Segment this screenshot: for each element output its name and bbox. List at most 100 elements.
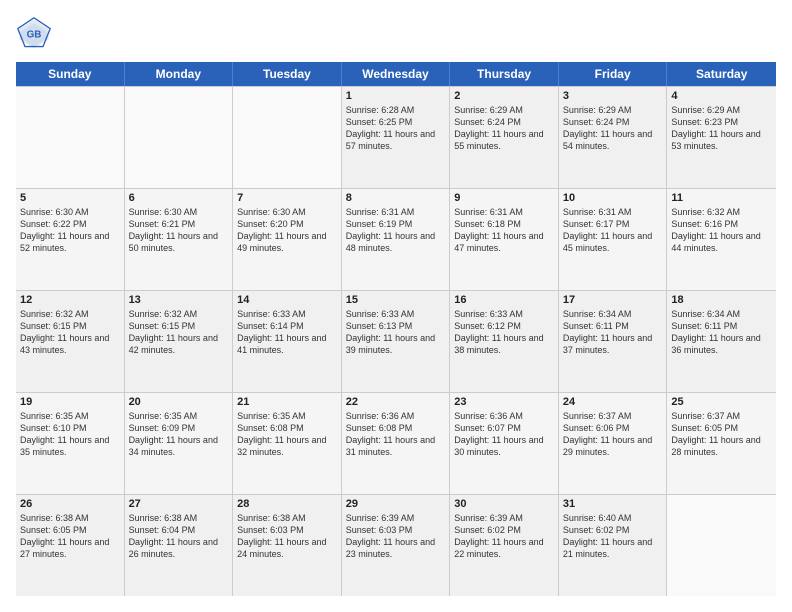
cell-info: Sunrise: 6:37 AM Sunset: 6:06 PM Dayligh… (563, 410, 663, 459)
cal-cell: 29 Sunrise: 6:39 AM Sunset: 6:03 PM Dayli… (342, 495, 451, 596)
day-number: 30 (454, 498, 554, 510)
day-number: 14 (237, 294, 337, 306)
cal-cell: 1 Sunrise: 6:28 AM Sunset: 6:25 PM Daylig… (342, 87, 451, 188)
day-number: 26 (20, 498, 120, 510)
cell-info: Sunrise: 6:32 AM Sunset: 6:15 PM Dayligh… (129, 308, 229, 357)
calendar-row-5: 26 Sunrise: 6:38 AM Sunset: 6:05 PM Dayli… (16, 495, 776, 596)
cell-info: Sunrise: 6:29 AM Sunset: 6:24 PM Dayligh… (563, 104, 663, 153)
day-number: 31 (563, 498, 663, 510)
cal-cell: 27 Sunrise: 6:38 AM Sunset: 6:04 PM Dayli… (125, 495, 234, 596)
day-number: 28 (237, 498, 337, 510)
cal-cell: 14 Sunrise: 6:33 AM Sunset: 6:14 PM Dayli… (233, 291, 342, 392)
cal-cell: 3Sunrise: 6:29 AM Sunset: 6:24 PM Daylig… (559, 87, 668, 188)
calendar-body: 1 Sunrise: 6:28 AM Sunset: 6:25 PM Daylig… (16, 86, 776, 596)
day-number: 2 (454, 90, 554, 102)
cal-cell: 21 Sunrise: 6:35 AM Sunset: 6:08 PM Dayli… (233, 393, 342, 494)
cal-cell: 16 Sunrise: 6:33 AM Sunset: 6:12 PM Dayli… (450, 291, 559, 392)
cell-info: Sunrise: 6:33 AM Sunset: 6:14 PM Dayligh… (237, 308, 337, 357)
cal-cell: 18 Sunrise: 6:34 AM Sunset: 6:11 PM Dayli… (667, 291, 776, 392)
cell-info: Sunrise: 6:30 AM Sunset: 6:21 PM Dayligh… (129, 206, 229, 255)
cal-cell: 12 Sunrise: 6:32 AM Sunset: 6:15 PM Dayli… (16, 291, 125, 392)
day-number: 24 (563, 396, 663, 408)
cal-cell: 4Sunrise: 6:29 AM Sunset: 6:23 PM Daylig… (667, 87, 776, 188)
page: GB SundayMondayTuesdayWednesdayThursdayF… (0, 0, 792, 612)
cell-info: Sunrise: 6:39 AM Sunset: 6:03 PM Dayligh… (346, 512, 446, 561)
day-number: 25 (671, 396, 772, 408)
day-number: 18 (671, 294, 772, 306)
day-number: 15 (346, 294, 446, 306)
day-number: 12 (20, 294, 120, 306)
cal-cell: 5Sunrise: 6:30 AM Sunset: 6:22 PM Daylig… (16, 189, 125, 290)
logo: GB (16, 16, 56, 52)
day-number: 1 (346, 90, 446, 102)
cell-info: Sunrise: 6:35 AM Sunset: 6:08 PM Dayligh… (237, 410, 337, 459)
logo-icon: GB (16, 16, 52, 52)
cal-cell: 20 Sunrise: 6:35 AM Sunset: 6:09 PM Dayli… (125, 393, 234, 494)
cell-info: Sunrise: 6:40 AM Sunset: 6:02 PM Dayligh… (563, 512, 663, 561)
calendar: SundayMondayTuesdayWednesdayThursdayFrid… (16, 62, 776, 596)
cell-info: Sunrise: 6:30 AM Sunset: 6:20 PM Dayligh… (237, 206, 337, 255)
header-day-thursday: Thursday (450, 62, 559, 86)
day-number: 13 (129, 294, 229, 306)
cell-info: Sunrise: 6:29 AM Sunset: 6:24 PM Dayligh… (454, 104, 554, 153)
cal-cell: 6 Sunrise: 6:30 AM Sunset: 6:21 PM Daylig… (125, 189, 234, 290)
cell-info: Sunrise: 6:37 AM Sunset: 6:05 PM Dayligh… (671, 410, 772, 459)
cell-info: Sunrise: 6:33 AM Sunset: 6:12 PM Dayligh… (454, 308, 554, 357)
header-day-sunday: Sunday (16, 62, 125, 86)
cell-info: Sunrise: 6:38 AM Sunset: 6:03 PM Dayligh… (237, 512, 337, 561)
day-number: 27 (129, 498, 229, 510)
cell-info: Sunrise: 6:35 AM Sunset: 6:10 PM Dayligh… (20, 410, 120, 459)
cal-cell: 8Sunrise: 6:31 AM Sunset: 6:19 PM Daylig… (342, 189, 451, 290)
day-number: 4 (671, 90, 772, 102)
day-number: 21 (237, 396, 337, 408)
cell-info: Sunrise: 6:35 AM Sunset: 6:09 PM Dayligh… (129, 410, 229, 459)
cell-info: Sunrise: 6:31 AM Sunset: 6:18 PM Dayligh… (454, 206, 554, 255)
cal-cell (125, 87, 234, 188)
cal-cell (233, 87, 342, 188)
cal-cell: 30 Sunrise: 6:39 AM Sunset: 6:02 PM Dayli… (450, 495, 559, 596)
cell-info: Sunrise: 6:32 AM Sunset: 6:15 PM Dayligh… (20, 308, 120, 357)
cal-cell: 31 Sunrise: 6:40 AM Sunset: 6:02 PM Dayli… (559, 495, 668, 596)
header: GB (16, 16, 776, 52)
calendar-header: SundayMondayTuesdayWednesdayThursdayFrid… (16, 62, 776, 86)
cal-cell (667, 495, 776, 596)
calendar-row-2: 5Sunrise: 6:30 AM Sunset: 6:22 PM Daylig… (16, 189, 776, 291)
cal-cell: 28 Sunrise: 6:38 AM Sunset: 6:03 PM Dayli… (233, 495, 342, 596)
cal-cell: 17Sunrise: 6:34 AM Sunset: 6:11 PM Dayli… (559, 291, 668, 392)
cal-cell: 7 Sunrise: 6:30 AM Sunset: 6:20 PM Daylig… (233, 189, 342, 290)
cell-info: Sunrise: 6:34 AM Sunset: 6:11 PM Dayligh… (563, 308, 663, 357)
day-number: 16 (454, 294, 554, 306)
calendar-row-3: 12 Sunrise: 6:32 AM Sunset: 6:15 PM Dayli… (16, 291, 776, 393)
cell-info: Sunrise: 6:38 AM Sunset: 6:05 PM Dayligh… (20, 512, 120, 561)
cell-info: Sunrise: 6:31 AM Sunset: 6:19 PM Dayligh… (346, 206, 446, 255)
header-day-monday: Monday (125, 62, 234, 86)
day-number: 20 (129, 396, 229, 408)
cell-info: Sunrise: 6:31 AM Sunset: 6:17 PM Dayligh… (563, 206, 663, 255)
calendar-row-1: 1 Sunrise: 6:28 AM Sunset: 6:25 PM Daylig… (16, 86, 776, 189)
cell-info: Sunrise: 6:28 AM Sunset: 6:25 PM Dayligh… (346, 104, 446, 153)
day-number: 29 (346, 498, 446, 510)
cal-cell: 22Sunrise: 6:36 AM Sunset: 6:08 PM Dayli… (342, 393, 451, 494)
cal-cell: 13 Sunrise: 6:32 AM Sunset: 6:15 PM Dayli… (125, 291, 234, 392)
cal-cell: 10 Sunrise: 6:31 AM Sunset: 6:17 PM Dayli… (559, 189, 668, 290)
day-number: 11 (671, 192, 772, 204)
cell-info: Sunrise: 6:30 AM Sunset: 6:22 PM Dayligh… (20, 206, 120, 255)
cell-info: Sunrise: 6:34 AM Sunset: 6:11 PM Dayligh… (671, 308, 772, 357)
cal-cell (16, 87, 125, 188)
cell-info: Sunrise: 6:33 AM Sunset: 6:13 PM Dayligh… (346, 308, 446, 357)
cal-cell: 19 Sunrise: 6:35 AM Sunset: 6:10 PM Dayli… (16, 393, 125, 494)
day-number: 19 (20, 396, 120, 408)
header-day-tuesday: Tuesday (233, 62, 342, 86)
day-number: 10 (563, 192, 663, 204)
day-number: 23 (454, 396, 554, 408)
day-number: 6 (129, 192, 229, 204)
cell-info: Sunrise: 6:39 AM Sunset: 6:02 PM Dayligh… (454, 512, 554, 561)
header-day-saturday: Saturday (667, 62, 776, 86)
cell-info: Sunrise: 6:36 AM Sunset: 6:07 PM Dayligh… (454, 410, 554, 459)
day-number: 7 (237, 192, 337, 204)
cal-cell: 26 Sunrise: 6:38 AM Sunset: 6:05 PM Dayli… (16, 495, 125, 596)
cal-cell: 11 Sunrise: 6:32 AM Sunset: 6:16 PM Dayli… (667, 189, 776, 290)
cell-info: Sunrise: 6:32 AM Sunset: 6:16 PM Dayligh… (671, 206, 772, 255)
cal-cell: 24 Sunrise: 6:37 AM Sunset: 6:06 PM Dayli… (559, 393, 668, 494)
cell-info: Sunrise: 6:38 AM Sunset: 6:04 PM Dayligh… (129, 512, 229, 561)
